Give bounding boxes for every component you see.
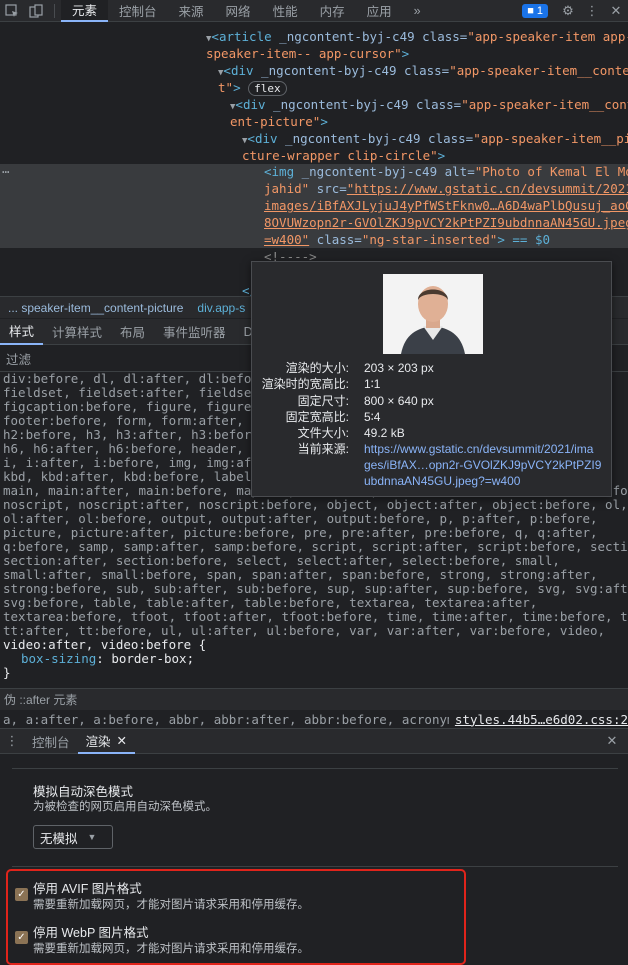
issues-badge[interactable]: ■ 1 (522, 3, 548, 18)
style-property-name[interactable]: box-sizing (21, 651, 96, 666)
style-selector-line: section:after, section:before, select, s… (3, 553, 560, 568)
dark-mode-desc: 为被检查的网页启用自动深色模式。 (33, 801, 217, 813)
device-toggle-icon[interactable] (24, 0, 48, 22)
img-src-link[interactable]: 8OVUWzopn2r-GVOlZKJ9pVCY2kPtPZI9ubdnnaAN… (264, 215, 628, 230)
chevron-down-icon: ▼ (87, 832, 97, 842)
tab-computed[interactable]: 计算样式 (43, 319, 111, 345)
filter-placeholder: 过滤 (6, 353, 32, 367)
image-preview-photo (383, 274, 483, 354)
flex-badge[interactable]: flex (248, 81, 287, 96)
tree-partial-line: … (8, 22, 16, 27)
image-source-link[interactable]: ges/iBfAX…opn2r-GVOlZKJ9pVCY2kPtPZI9 (364, 457, 601, 473)
close-devtools-icon[interactable]: ✕ (604, 0, 628, 22)
elements-tree: … ▼<article _ngcontent-byj-c49 class="ap… (0, 22, 628, 296)
image-info-value: 1∶1 (364, 377, 381, 392)
more-options-icon[interactable]: ⋮ (580, 0, 604, 22)
image-preview-tooltip: 渲染的大小: 203 × 203 px 渲染时的宽高比: 1∶1 固定尺寸: 800 × … (251, 261, 612, 497)
img-src-link[interactable]: =w400" (264, 232, 309, 247)
close-tab-icon[interactable]: ✕ (117, 733, 127, 748)
image-info-key: 文件大小: (297, 426, 349, 441)
tree-node-wrapper[interactable]: ▼<div _ngcontent-byj-c49 class="app-spea… (242, 131, 628, 150)
tree-node-wrapper-cont: cture-wrapper clip-circle"> (242, 148, 446, 163)
highlight-box (6, 869, 466, 965)
pseudo-element-label: 伪 ::after 元素 (4, 693, 78, 707)
tree-node-picture[interactable]: ▼<div _ngcontent-byj-c49 class="app-spea… (230, 97, 628, 116)
node-actions-ellipsis[interactable]: ⋯ (2, 164, 10, 181)
pseudo-element-header[interactable]: 伪 ::after 元素 (0, 688, 628, 710)
devtools-toolbar: 元素 控制台 来源 网络 性能 内存 应用 » ■ 1 ⚙ ⋮ ✕ (0, 0, 628, 22)
pseudo-rule-selector: a, a:after, a:before, abbr, abbr:after, … (3, 711, 463, 727)
tab-styles[interactable]: 样式 (0, 319, 44, 345)
breadcrumb-item[interactable]: ... speaker-item__content-picture (8, 301, 183, 315)
style-selector-line: strong:before, sub, sub:after, sub:befor… (3, 581, 628, 596)
tree-node-content[interactable]: ▼<div _ngcontent-byj-c49 class="app-spea… (218, 63, 628, 82)
tab-performance[interactable]: 性能 (262, 0, 309, 22)
style-selector-line: textarea:before, tfoot, tfoot:after, tfo… (3, 609, 628, 624)
dark-mode-select[interactable]: 无模拟 ▼ (33, 825, 113, 849)
tab-sources[interactable]: 来源 (168, 0, 215, 22)
img-src-link[interactable]: images/iBfAXJLyjuJ4yPfWStFknw0…A6D4waPlb… (264, 198, 628, 213)
image-source-link[interactable]: ubdnnaAN45GU.jpeg?=w400 (364, 473, 520, 489)
selected-node-row[interactable]: ⋯ <img _ngcontent-byj-c49 alt="Photo of … (0, 164, 628, 248)
section-divider (12, 768, 618, 769)
style-selector-last: video:after, video:before (3, 637, 192, 652)
toolbar-divider (54, 3, 55, 18)
message-icon: ■ (527, 4, 534, 17)
style-selector-line: small:after, small:before, span, span:af… (3, 567, 598, 582)
tree-node-article-cont: speaker-item-- app-cursor"> (206, 46, 410, 61)
close-drawer-icon[interactable]: ✕ (600, 730, 624, 752)
tree-node-content-cont: t"> flex (218, 80, 287, 97)
tree-node-article[interactable]: ▼<article _ngcontent-byj-c49 class="app-… (206, 29, 628, 48)
style-selector-line: tt:after, tt:before, ul, ul:after, ul:be… (3, 623, 606, 638)
section-divider (12, 866, 618, 867)
tab-memory[interactable]: 内存 (309, 0, 356, 22)
style-selector-line: picture, picture:after, picture:before, … (3, 525, 598, 540)
inspect-element-icon[interactable] (0, 0, 24, 22)
drawer-tabs: ⋮ 控制台 渲染 ✕ ✕ (0, 728, 628, 754)
drawer-tab-rendering[interactable]: 渲染 ✕ (77, 728, 136, 754)
image-info-value: 203 × 203 px (364, 361, 434, 375)
image-info-value: 800 × 640 px (364, 393, 434, 408)
img-src-link[interactable]: "https://www.gstatic.cn/devsummit/2021/ (347, 181, 628, 196)
image-source-key: 当前来源: (297, 442, 349, 456)
more-tabs-button[interactable]: » (403, 0, 432, 22)
style-selector-line: svg:before, table, table:after, table:be… (3, 595, 538, 610)
style-selector-line: noscript, noscript:after, noscript:befor… (3, 497, 628, 512)
tab-network[interactable]: 网络 (215, 0, 262, 22)
issues-count: 1 (536, 4, 543, 17)
tree-node-picture-cont: ent-picture"> (230, 114, 328, 129)
style-selector-line: ol:after, ol:before, output, output:afte… (3, 511, 598, 526)
image-source-link[interactable]: https://www.gstatic.cn/devsummit/2021/im… (364, 441, 593, 457)
style-selector-line: q:before, samp, samp:after, samp:before,… (3, 539, 628, 554)
style-property-value[interactable]: : border-box; (96, 651, 194, 666)
image-info-value: 5∶4 (364, 409, 381, 424)
settings-gear-icon[interactable]: ⚙ (556, 0, 580, 22)
image-info-key: 固定宽高比: (285, 409, 349, 424)
breadcrumb-item[interactable]: div.app-s (197, 301, 245, 315)
drawer-menu-icon[interactable]: ⋮ (0, 730, 24, 752)
drawer-tab-console[interactable]: 控制台 (24, 728, 78, 754)
tab-elements[interactable]: 元素 (61, 0, 109, 22)
stylesheet-source-link[interactable]: styles.44b5…e6d02.css:2 (448, 711, 628, 727)
pseudo-element-rule: a, a:after, a:before, abbr, abbr:after, … (0, 710, 628, 728)
image-info-key: 固定尺寸: (297, 393, 349, 408)
tab-layout[interactable]: 布局 (111, 319, 154, 345)
tab-application[interactable]: 应用 (356, 0, 403, 22)
image-info-value: 49.2 kB (364, 426, 405, 441)
image-info-key: 渲染的大小: (285, 361, 349, 375)
image-info-key: 渲染时的宽高比: (261, 377, 349, 392)
tab-event-listeners[interactable]: 事件监听器 (154, 319, 235, 345)
tab-console[interactable]: 控制台 (108, 0, 168, 22)
